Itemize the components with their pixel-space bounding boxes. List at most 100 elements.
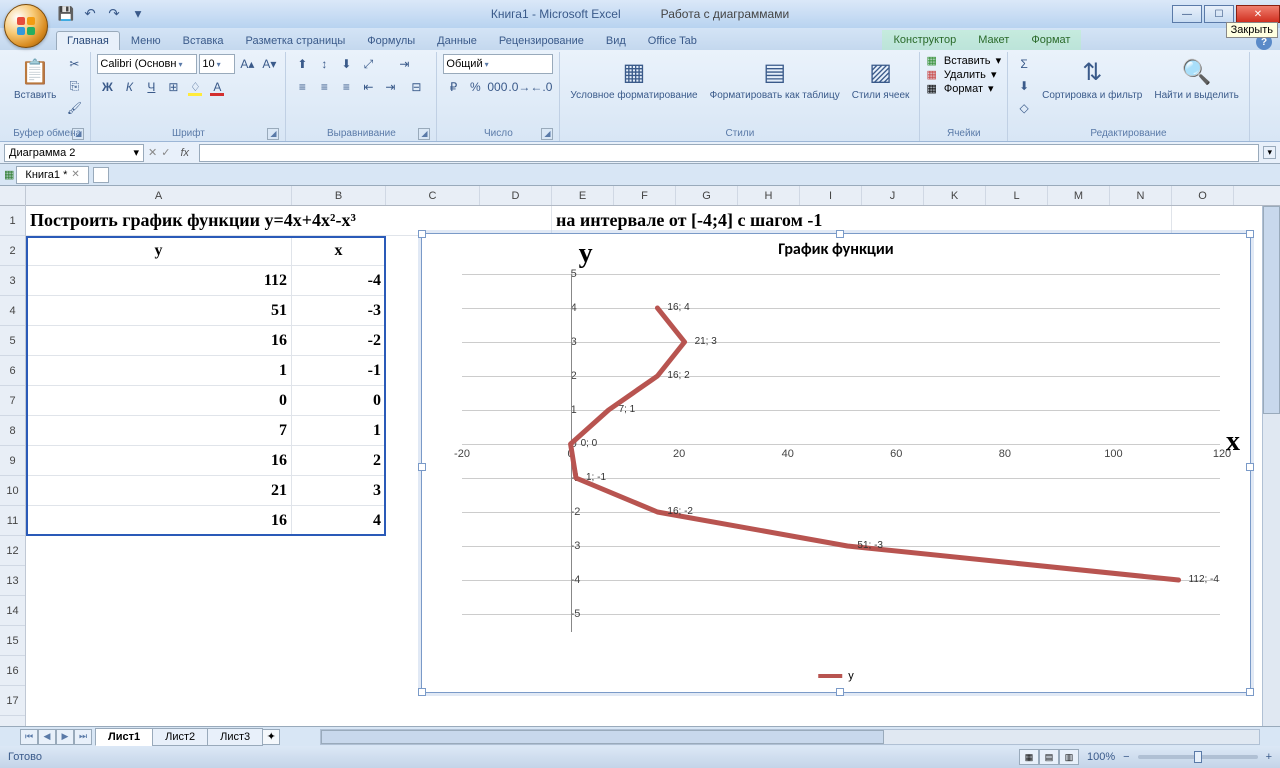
resize-handle[interactable] [1246,463,1254,471]
insert-cells-button[interactable]: ▦ Вставить ▾ [926,54,1001,67]
align-middle-icon[interactable]: ↕ [314,54,334,74]
fx-icon[interactable]: fx [174,147,195,159]
increase-indent-icon[interactable]: ⇥ [380,77,400,97]
row-header[interactable]: 15 [0,626,25,656]
normal-view-button[interactable]: ▦ [1019,749,1039,765]
format-as-table-button[interactable]: ▤Форматировать как таблицу [706,54,844,103]
find-select-button[interactable]: 🔍Найти и выделить [1150,54,1242,103]
cell[interactable]: 16 [26,506,292,536]
align-center-icon[interactable]: ≡ [314,77,334,97]
name-box[interactable]: Диаграмма 2▾ [4,144,144,162]
column-header[interactable]: A [26,186,292,205]
ribbon-tab-Меню[interactable]: Меню [120,31,172,50]
sheet-tab[interactable]: Лист3 [207,728,263,746]
decrease-decimal-icon[interactable]: ←.0 [531,77,551,97]
row-header[interactable]: 12 [0,536,25,566]
cell[interactable]: y [26,236,292,266]
last-sheet-button[interactable]: ⏭ [74,729,92,745]
cell[interactable]: 0 [26,386,292,416]
cell[interactable]: 21 [26,476,292,506]
select-all-corner[interactable] [0,186,25,206]
chart-object[interactable]: График функции-5-4-3-2-1012345-200204060… [421,233,1251,693]
cell[interactable]: 112 [26,266,292,296]
cell[interactable]: 0 [292,386,386,416]
resize-handle[interactable] [418,463,426,471]
dialog-launcher-icon[interactable]: ◢ [72,128,84,140]
context-tab-Макет[interactable]: Макет [967,30,1020,50]
row-header[interactable]: 1 [0,206,25,236]
column-header[interactable]: O [1172,186,1234,205]
page-layout-view-button[interactable]: ▤ [1039,749,1059,765]
number-format-combo[interactable]: Общий▾ [443,54,553,74]
cut-icon[interactable]: ✂ [64,54,84,74]
enter-icon[interactable]: ✓ [161,146,170,159]
orientation-icon[interactable]: ⤢ [358,54,378,74]
qat-more-icon[interactable]: ▾ [128,4,148,24]
new-tab-button[interactable] [93,167,109,183]
row-header[interactable]: 10 [0,476,25,506]
cell[interactable]: 16 [26,446,292,476]
font-size-combo[interactable]: 10▾ [199,54,235,74]
vertical-scrollbar[interactable] [1262,206,1280,726]
redo-icon[interactable]: ↷ [104,4,124,24]
align-right-icon[interactable]: ≡ [336,77,356,97]
align-bottom-icon[interactable]: ⬇ [336,54,356,74]
italic-button[interactable]: К [119,77,139,97]
align-left-icon[interactable]: ≡ [292,77,312,97]
ribbon-tab-Формулы[interactable]: Формулы [356,31,426,50]
cell[interactable]: -4 [292,266,386,296]
cell[interactable]: 1 [292,416,386,446]
doc-tab[interactable]: Книга1 *✕ [16,166,88,184]
resize-handle[interactable] [836,230,844,238]
autosum-icon[interactable]: Σ [1014,54,1034,74]
maximize-button[interactable]: ☐ [1204,5,1234,23]
cell[interactable]: -2 [292,326,386,356]
fill-color-icon[interactable]: ♢ [185,77,205,97]
grow-font-icon[interactable]: A▴ [237,54,257,74]
row-header[interactable]: 3 [0,266,25,296]
chart-title[interactable]: График функции [422,234,1250,265]
resize-handle[interactable] [1246,688,1254,696]
fill-icon[interactable]: ⬇ [1014,76,1034,96]
sheet-tab[interactable]: Лист2 [152,728,208,746]
border-icon[interactable]: ⊞ [163,77,183,97]
resize-handle[interactable] [418,688,426,696]
cell-styles-button[interactable]: ▨Стили ячеек [848,54,914,103]
clear-icon[interactable]: ◇ [1014,98,1034,118]
close-tab-icon[interactable]: ✕ [71,169,79,180]
column-header[interactable]: G [676,186,738,205]
dialog-launcher-icon[interactable]: ◢ [267,128,279,140]
row-header[interactable]: 7 [0,386,25,416]
row-header[interactable]: 13 [0,566,25,596]
formula-input[interactable] [199,144,1259,162]
column-header[interactable]: I [800,186,862,205]
resize-handle[interactable] [1246,230,1254,238]
cell[interactable]: Построить график функции y=4x+4x²-x³ [26,206,552,236]
next-sheet-button[interactable]: ▶ [56,729,74,745]
minimize-button[interactable]: — [1172,5,1202,23]
zoom-out-button[interactable]: − [1123,751,1129,763]
worksheet-grid[interactable]: 1234567891011121314151617 ABCDEFGHIJKLMN… [0,186,1280,726]
ribbon-tab-Вставка[interactable]: Вставка [172,31,235,50]
zoom-in-button[interactable]: + [1266,751,1272,763]
ribbon-tab-Данные[interactable]: Данные [426,31,488,50]
cell[interactable]: 16 [26,326,292,356]
cell[interactable]: -1 [292,356,386,386]
close-button[interactable]: ✕ [1236,5,1280,23]
chart-legend[interactable]: y [818,670,854,682]
delete-cells-button[interactable]: ▦ Удалить ▾ [926,68,996,81]
ribbon-tab-Office Tab[interactable]: Office Tab [637,31,708,50]
column-header[interactable]: M [1048,186,1110,205]
column-header[interactable]: H [738,186,800,205]
resize-handle[interactable] [836,688,844,696]
row-header[interactable]: 16 [0,656,25,686]
cell[interactable]: 4 [292,506,386,536]
wrap-text-icon[interactable]: ⇥ [390,54,418,74]
row-header[interactable]: 5 [0,326,25,356]
cell[interactable]: x [292,236,386,266]
row-header[interactable]: 17 [0,686,25,716]
row-header[interactable]: 14 [0,596,25,626]
ribbon-tab-Разметка страницы[interactable]: Разметка страницы [235,31,357,50]
currency-icon[interactable]: ₽ [443,77,463,97]
undo-icon[interactable]: ↶ [80,4,100,24]
